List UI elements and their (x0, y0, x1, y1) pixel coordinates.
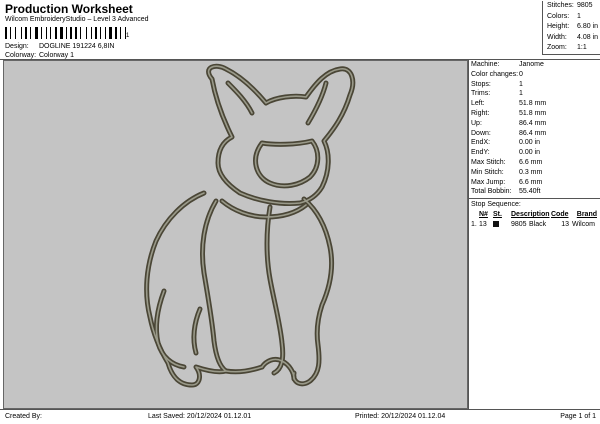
detail-row: Down: 86.4 mm (471, 129, 547, 137)
stat-colors: Colors: 1 (547, 12, 581, 20)
dog-outline-drawing (144, 63, 356, 388)
colorway-row: Colorway: Colorway 1 (5, 52, 74, 59)
detail-row: Color changes: 0 (471, 70, 523, 78)
stitch-highlight (155, 290, 185, 368)
stitch-highlight (254, 140, 319, 187)
sequence-header: N# St. Description Code Brand (469, 210, 600, 220)
design-label: Design: (5, 43, 29, 50)
detail-row: EndX: 0.00 in (471, 139, 541, 147)
detail-row: Max Stitch: 6.6 mm (471, 158, 543, 166)
detail-row: Total Bobbin: 55.40ft (471, 188, 541, 196)
design-preview (3, 60, 468, 409)
details-divider (469, 198, 600, 200)
stats-box: Stitches: 9805 Colors: 1 Height: 6.80 in Wi… (542, 1, 600, 55)
barcode (5, 27, 130, 39)
color-swatch (493, 221, 499, 228)
col-st: St. (493, 211, 502, 219)
stitch-path (291, 196, 335, 387)
design-value: DOGLINE 191224 6,8IN (38, 43, 115, 50)
sequence-row: 1. 13 9805 Black 13 Wilcom (471, 221, 595, 229)
stitch-path (144, 190, 229, 388)
colorway-value: Colorway 1 (38, 52, 74, 59)
stat-height: Height: 6.80 in (547, 23, 599, 30)
details-list: Machine: Janome Color changes: 0 Stops: 1 Trim… (469, 60, 600, 197)
last-saved: Last Saved: 20/12/2024 01.12.01 (148, 413, 252, 420)
stitch-highlight (201, 200, 263, 373)
stitch-highlight (145, 192, 227, 386)
footer: Created By: Last Saved: 20/12/2024 01.12… (0, 409, 600, 424)
col-n: N# (479, 211, 488, 219)
detail-row: Up: 86.4 mm (471, 119, 547, 127)
colorway-label: Colorway: (5, 52, 37, 59)
detail-row: Min Stitch: 0.3 mm (471, 168, 543, 176)
detail-row: Stops: 1 (471, 80, 523, 88)
col-description: Description (511, 211, 550, 219)
detail-row: Trims: 1 (471, 90, 523, 98)
stat-width: Width: 4.08 in (547, 33, 599, 41)
detail-row: EndY: 0.00 in (471, 149, 541, 157)
printed-date: Printed: 20/12/2024 01.12.04 (355, 413, 446, 420)
detail-row: Machine: Janome (471, 61, 544, 68)
stitch-path (200, 198, 265, 375)
worksheet-title: Production Worksheet (5, 2, 133, 16)
created-by: Created By: (5, 413, 42, 420)
details-panel: Machine: Janome Color changes: 0 Stops: 1 Trim… (469, 60, 600, 409)
sequence-title: Stop Sequence: (471, 201, 521, 209)
stitch-path (264, 204, 286, 376)
col-brand: Brand (576, 211, 597, 219)
detail-row: Max Jump: 6.6 mm (471, 178, 543, 186)
barcode-mark: 1 (126, 33, 130, 39)
stat-stitches: Stitches: 9805 (547, 2, 593, 9)
page-number: Page 1 of 1 (560, 413, 596, 420)
software-subtitle: Wilcom EmbroideryStudio – Level 3 Advanc… (5, 16, 149, 23)
detail-row: Right: 51.8 mm (471, 109, 547, 117)
design-row: Design: DOGLINE 191224 6,8IN (5, 43, 114, 50)
detail-row: Left: 51.8 mm (471, 100, 547, 108)
stat-zoom: Zoom: 1:1 (547, 44, 587, 51)
col-code: Code (551, 211, 569, 219)
